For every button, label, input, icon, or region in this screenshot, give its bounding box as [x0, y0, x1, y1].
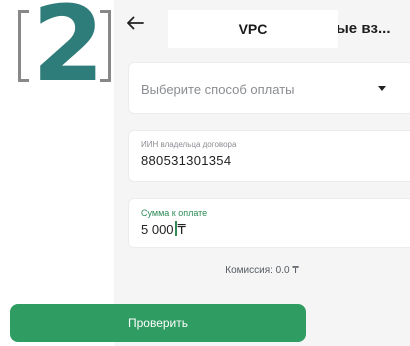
currency-sign: ₸ [177, 222, 186, 237]
phone-screen: ые вз... VPC Выберите способ оплаты ИИН … [114, 0, 410, 346]
iin-label: ИИН владельца договора [141, 140, 237, 149]
background-tab-title: ые вз... [336, 20, 391, 37]
left-bracket [18, 10, 29, 82]
step-number: 2 [32, 0, 105, 105]
app-header: ые вз... VPC [114, 0, 410, 52]
check-button-label: Проверить [127, 316, 188, 330]
amount-value[interactable]: 5 000 ₸ [141, 221, 186, 238]
payment-method-placeholder: Выберите способ оплаты [141, 82, 295, 97]
iin-field[interactable]: ИИН владельца договора 880531301354 [128, 130, 410, 182]
iin-value[interactable]: 880531301354 [141, 153, 231, 168]
commission-text: Комиссия: 0.0 ₸ [225, 265, 299, 276]
amount-field[interactable]: Сумма к оплате 5 000 ₸ [128, 198, 410, 248]
page-title: VPC [168, 10, 338, 48]
amount-number: 5 000 [141, 222, 174, 237]
text-cursor [174, 221, 177, 236]
arrow-left-icon[interactable] [124, 12, 146, 34]
amount-label: Сумма к оплате [141, 208, 208, 218]
step-badge: 2 [12, 0, 111, 114]
right-bracket [100, 10, 111, 82]
caret-down-icon[interactable] [378, 86, 386, 91]
check-button[interactable]: Проверить [10, 304, 306, 342]
payment-method-select[interactable]: Выберите способ оплаты [128, 62, 410, 114]
